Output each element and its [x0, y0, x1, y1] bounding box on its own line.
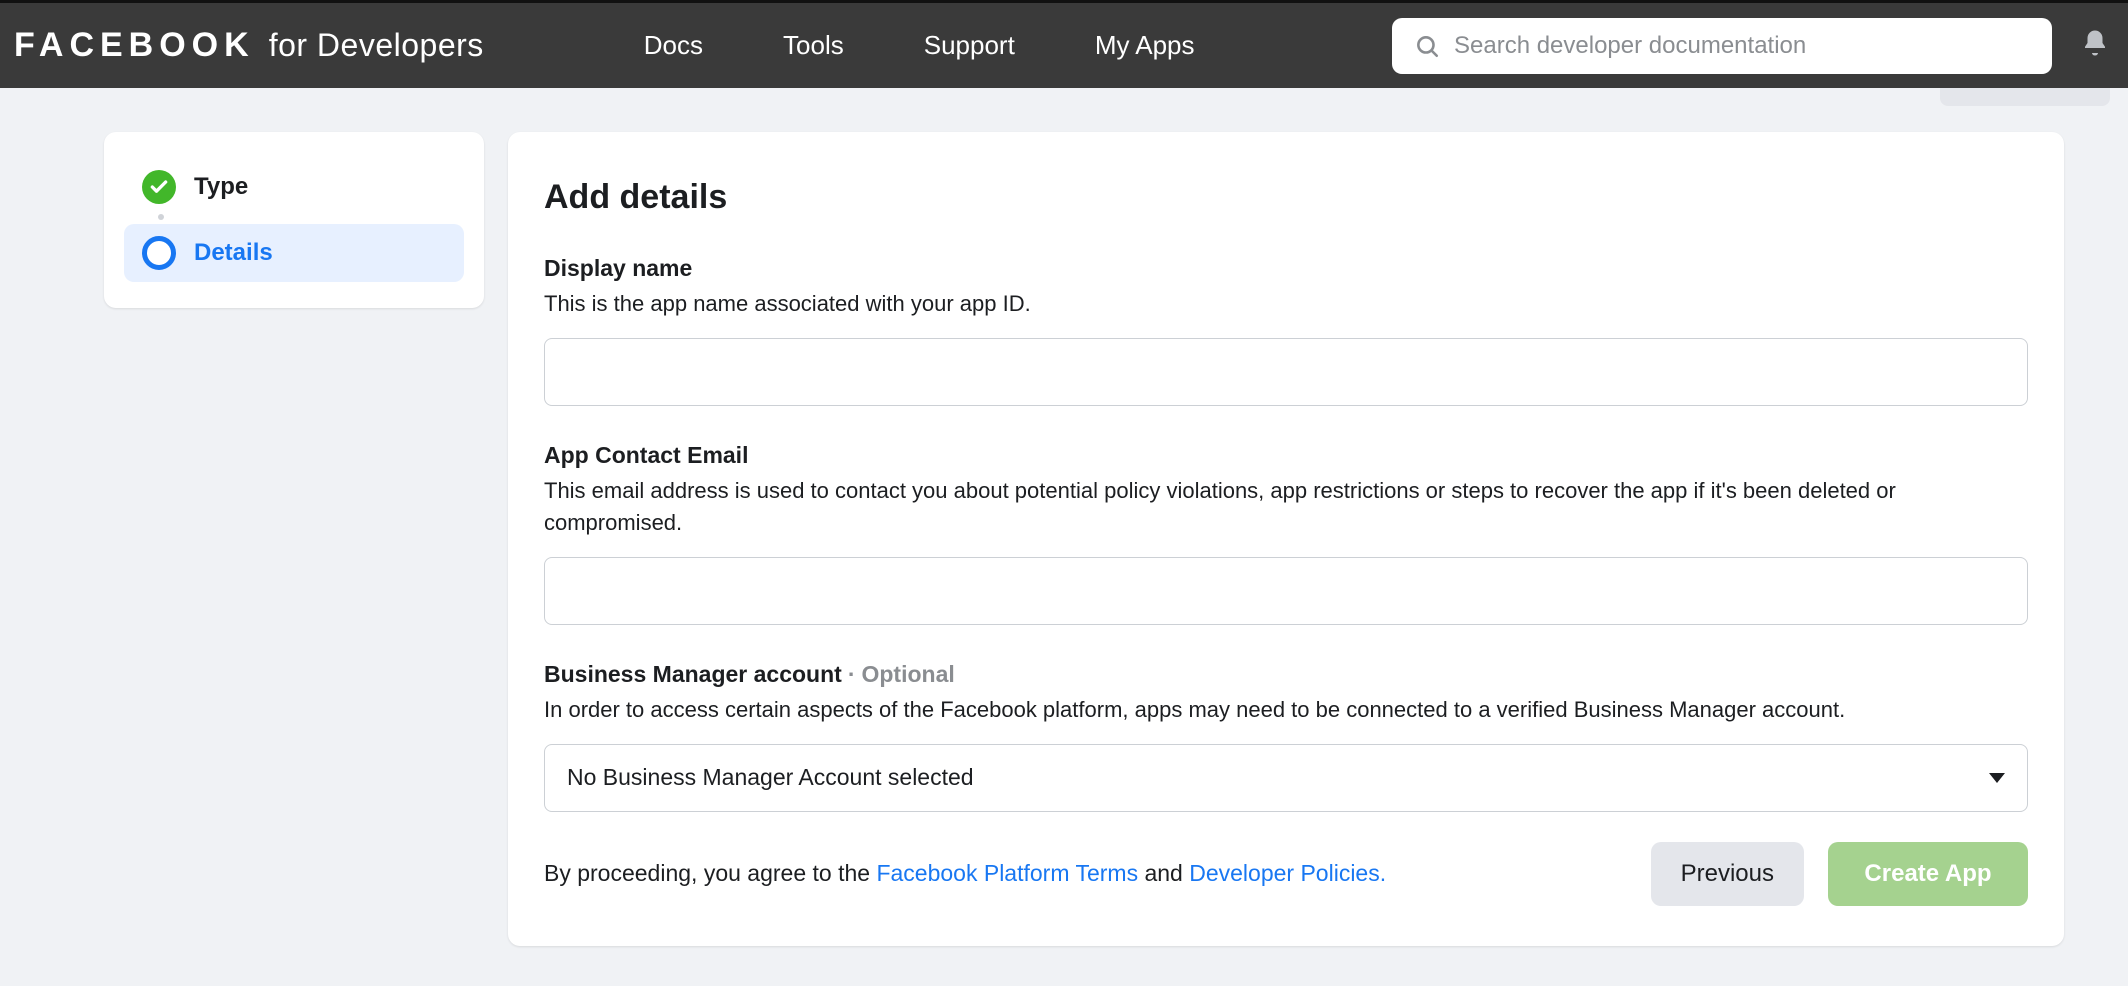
nav-my-apps[interactable]: My Apps — [1095, 30, 1195, 61]
create-app-button[interactable]: Create App — [1828, 842, 2028, 906]
bma-select[interactable]: No Business Manager Account selected — [544, 744, 2028, 812]
top-nav: FACEBOOK for Developers Docs Tools Suppo… — [0, 0, 2128, 88]
previous-button[interactable]: Previous — [1651, 842, 1804, 906]
developer-policies-link[interactable]: Developer Policies. — [1189, 860, 1386, 886]
brand-light: for Developers — [269, 27, 484, 64]
display-name-help: This is the app name associated with you… — [544, 288, 2028, 320]
circle-icon — [142, 236, 176, 270]
display-name-input[interactable] — [544, 338, 2028, 406]
page-title: Add details — [544, 178, 2028, 217]
contact-email-input[interactable] — [544, 557, 2028, 625]
search-icon — [1414, 33, 1440, 59]
nav-tools[interactable]: Tools — [783, 30, 844, 61]
contact-email-help: This email address is used to contact yo… — [544, 475, 2028, 539]
field-contact-email: App Contact Email This email address is … — [544, 442, 2028, 625]
field-display-name: Display name This is the app name associ… — [544, 255, 2028, 406]
contact-email-label: App Contact Email — [544, 442, 2028, 469]
brand-strong: FACEBOOK — [14, 26, 255, 65]
search-box[interactable] — [1392, 18, 2052, 74]
chevron-down-icon — [1989, 773, 2005, 783]
platform-terms-link[interactable]: Facebook Platform Terms — [876, 860, 1138, 886]
nav-links: Docs Tools Support My Apps — [644, 30, 1195, 61]
bma-optional: Optional — [861, 661, 954, 687]
display-name-label: Display name — [544, 255, 2028, 282]
form-footer: By proceeding, you agree to the Facebook… — [544, 842, 2028, 906]
bma-selected-value: No Business Manager Account selected — [567, 764, 974, 791]
search-input[interactable] — [1454, 32, 2030, 60]
step-type-label: Type — [194, 173, 248, 201]
field-business-manager: Business Manager account·Optional In ord… — [544, 661, 2028, 812]
nav-support[interactable]: Support — [924, 30, 1015, 61]
nav-docs[interactable]: Docs — [644, 30, 703, 61]
truncated-button — [1940, 88, 2110, 106]
bma-help: In order to access certain aspects of th… — [544, 694, 2028, 726]
step-details[interactable]: Details — [124, 224, 464, 282]
bma-label-row: Business Manager account·Optional — [544, 661, 2028, 688]
brand-logo[interactable]: FACEBOOK for Developers — [14, 26, 484, 65]
check-icon — [142, 170, 176, 204]
agree-middle: and — [1138, 860, 1189, 886]
bma-label: Business Manager account — [544, 661, 842, 687]
step-type[interactable]: Type — [124, 158, 464, 216]
steps-card: Type Details — [104, 132, 484, 308]
step-details-label: Details — [194, 239, 273, 267]
agree-text: By proceeding, you agree to the Facebook… — [544, 860, 1386, 887]
agree-prefix: By proceeding, you agree to the — [544, 860, 876, 886]
step-connector — [158, 216, 464, 224]
form-card: Add details Display name This is the app… — [508, 132, 2064, 946]
notifications-icon[interactable] — [2080, 28, 2110, 63]
